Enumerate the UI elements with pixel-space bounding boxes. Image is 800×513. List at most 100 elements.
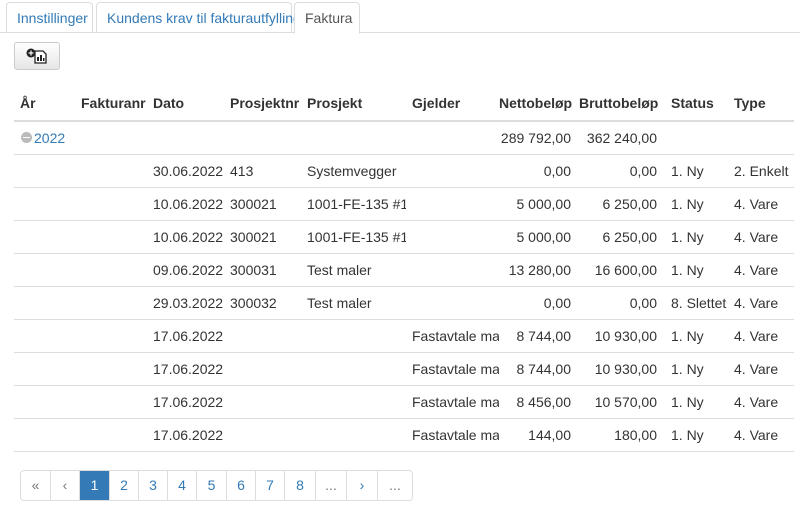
collapse-year-toggle[interactable]: 2022	[20, 130, 65, 146]
table-row: 17.06.2022 Fastavtale mai 144,00 180,00 1. N…	[14, 418, 794, 452]
cell-ar	[14, 253, 75, 287]
cell-fakturanr	[75, 187, 147, 221]
cell-bruttobelop: 180,00	[579, 418, 665, 452]
cell-type: 4. Vare	[728, 253, 794, 287]
cell-bruttobelop: 10 570,00	[579, 385, 665, 419]
cell-type: 4. Vare	[728, 220, 794, 254]
cell-prosjektnr: 413	[224, 154, 301, 188]
cell-gjelder: Fastavtale mai	[406, 385, 499, 419]
cell-status: 1. Ny	[665, 385, 728, 419]
column-header-dato[interactable]: Dato	[147, 85, 224, 122]
page-ellipsis[interactable]: ...	[377, 471, 412, 500]
column-header-ar[interactable]: År	[14, 85, 75, 122]
cell-nettobelop: 0,00	[499, 154, 579, 188]
cell-type: 4. Vare	[728, 352, 794, 386]
page-6[interactable]: 6	[226, 471, 255, 500]
cell-prosjektnr	[224, 319, 301, 353]
column-header-fakturanr[interactable]: Fakturanr	[75, 85, 147, 122]
cell-nettobelop: 5 000,00	[499, 220, 579, 254]
cell-fakturanr	[75, 385, 147, 419]
cell-ar	[14, 385, 75, 419]
page-5[interactable]: 5	[196, 471, 226, 500]
cell-dato: 17.06.2022	[147, 385, 224, 419]
next-page-button[interactable]: ›	[346, 471, 377, 500]
new-invoice-button[interactable]	[14, 42, 60, 70]
cell-nettobelop: 8 456,00	[499, 385, 579, 419]
page-4[interactable]: 4	[167, 471, 196, 500]
cell-bruttobelop: 6 250,00	[579, 220, 665, 254]
table-row: 10.06.2022 300021 1001-FE-135 #1 5 000,00 6 …	[14, 220, 794, 254]
cell-nettobelop: 8 744,00	[499, 352, 579, 386]
group-year-label: 2022	[34, 129, 66, 146]
cell-nettobelop: 144,00	[499, 418, 579, 452]
cell-bruttobelop: 10 930,00	[579, 352, 665, 386]
cell-type: 4. Vare	[728, 418, 794, 452]
cell-gjelder: Fastavtale mai	[406, 418, 499, 452]
column-header-prosjekt[interactable]: Prosjekt	[301, 85, 406, 122]
cell-ar	[14, 319, 75, 353]
page-ellipsis[interactable]: ...	[315, 471, 346, 500]
cell-prosjekt	[301, 319, 406, 353]
page-2[interactable]: 2	[109, 471, 138, 500]
cell-fakturanr	[75, 253, 147, 287]
table-row: 17.06.2022 Fastavtale mai 8 744,00 10 930,0…	[14, 352, 794, 386]
cell-dato: 29.03.2022	[147, 286, 224, 320]
cell-status: 1. Ny	[665, 220, 728, 254]
cell-ar	[14, 187, 75, 221]
cell-ar	[14, 220, 75, 254]
cell-prosjekt	[301, 352, 406, 386]
page-3[interactable]: 3	[138, 471, 167, 500]
cell-prosjekt: 1001-FE-135 #1	[301, 187, 406, 221]
tab-innstillinger[interactable]: Innstillinger	[6, 2, 93, 33]
cell-dato: 17.06.2022	[147, 319, 224, 353]
invoice-table: År Fakturanr Dato Prosjektnr Prosjekt Gj…	[14, 85, 794, 452]
cell-prosjekt: Test maler	[301, 253, 406, 287]
cell-gjelder	[406, 154, 499, 188]
pagination: «‹ 1 2 3 4 5 6 7 8... ›...	[20, 470, 413, 501]
cell-prosjekt	[301, 385, 406, 419]
cell-prosjekt: Systemvegger	[301, 154, 406, 188]
cell-prosjekt: Test maler	[301, 286, 406, 320]
cell-status: 1. Ny	[665, 319, 728, 353]
first-page-button[interactable]: «	[21, 471, 50, 500]
cell-status: 8. Slettet	[665, 286, 728, 320]
cell-status: 1. Ny	[665, 253, 728, 287]
column-header-status[interactable]: Status	[665, 85, 728, 122]
table-row: 30.06.2022 413 Systemvegger 0,00 0,00 1. Ny 2.…	[14, 154, 794, 188]
column-header-gjelder[interactable]: Gjelder	[406, 85, 499, 122]
page-1[interactable]: 1	[79, 471, 109, 500]
cell-status: 1. Ny	[665, 187, 728, 221]
cell-dato: 09.06.2022	[147, 253, 224, 287]
cell-nettobelop: 8 744,00	[499, 319, 579, 353]
column-header-type[interactable]: Type	[728, 85, 794, 122]
tab-bar: Innstillinger Kundens krav til fakturaut…	[0, 0, 800, 34]
cell-status: 1. Ny	[665, 352, 728, 386]
cell-dato: 17.06.2022	[147, 352, 224, 386]
column-header-nettobelop[interactable]: Nettobeløp	[499, 85, 579, 122]
tab-faktura[interactable]: Faktura	[294, 2, 360, 34]
cell-dato: 30.06.2022	[147, 154, 224, 188]
cell-gjelder: Fastavtale mai	[406, 319, 499, 353]
table-row: 17.06.2022 Fastavtale mai 8 456,00 10 570,0…	[14, 385, 794, 419]
cell-bruttobelop: 10 930,00	[579, 319, 665, 353]
page-7[interactable]: 7	[255, 471, 284, 500]
cell-type: 4. Vare	[728, 385, 794, 419]
cell-prosjektnr	[224, 385, 301, 419]
cell-fakturanr	[75, 319, 147, 353]
cell-dato: 17.06.2022	[147, 418, 224, 452]
cell-gjelder	[406, 253, 499, 287]
column-header-bruttobelop[interactable]: Bruttobeløp	[579, 85, 665, 122]
page-8[interactable]: 8	[284, 471, 315, 500]
cell-dato: 10.06.2022	[147, 220, 224, 254]
cell-ar	[14, 352, 75, 386]
column-header-prosjektnr[interactable]: Prosjektnr	[224, 85, 301, 122]
tab-kundens-krav[interactable]: Kundens krav til fakturautfylling	[96, 2, 301, 33]
prev-page-button[interactable]: ‹	[50, 471, 79, 500]
cell-type: 4. Vare	[728, 187, 794, 221]
cell-dato: 10.06.2022	[147, 187, 224, 221]
cell-fakturanr	[75, 418, 147, 452]
cell-nettobelop: 0,00	[499, 286, 579, 320]
cell-prosjekt	[301, 418, 406, 452]
cell-ar	[14, 418, 75, 452]
cell-prosjekt: 1001-FE-135 #1	[301, 220, 406, 254]
